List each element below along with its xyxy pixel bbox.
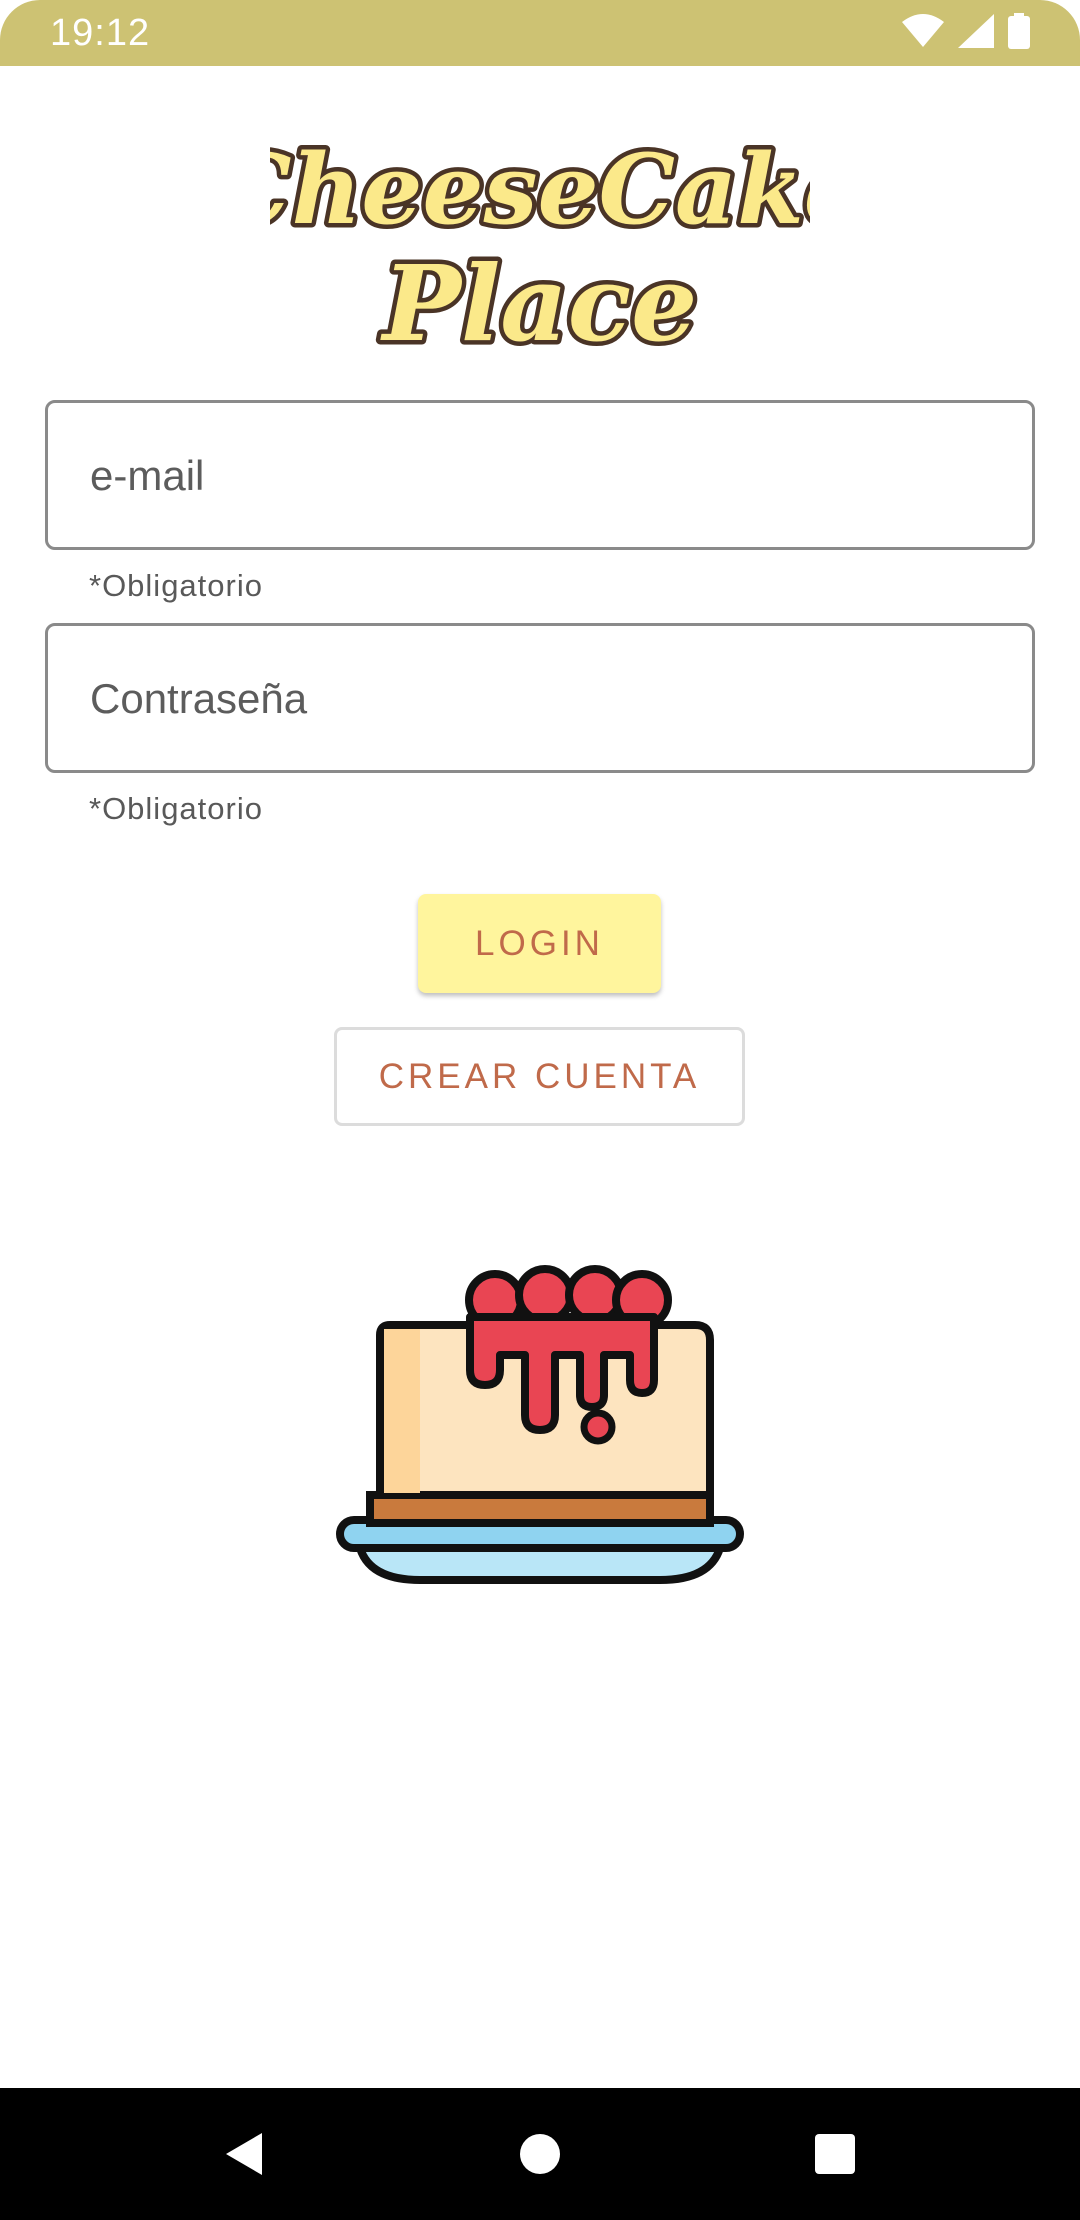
home-icon[interactable] <box>500 2114 580 2194</box>
logo-line-2: Place <box>380 242 698 365</box>
login-screen: 19:12 CheeseCake Place *Obligatorio <box>0 0 1080 2220</box>
login-button[interactable]: LOGIN <box>418 894 661 993</box>
status-time: 19:12 <box>50 12 151 54</box>
status-bar: 19:12 <box>0 0 1080 66</box>
wifi-icon <box>902 13 944 53</box>
navigation-bar <box>0 2088 1080 2220</box>
recents-icon[interactable] <box>795 2114 875 2194</box>
logo-line-1: CheeseCake <box>270 133 810 246</box>
email-field[interactable] <box>45 400 1035 550</box>
email-input[interactable] <box>88 403 992 549</box>
password-field[interactable] <box>45 623 1035 773</box>
battery-icon <box>1008 12 1030 54</box>
cheesecake-icon <box>330 1255 750 1585</box>
signal-icon <box>958 13 994 53</box>
email-helper-text: *Obligatorio <box>89 568 263 603</box>
password-input[interactable] <box>88 626 992 772</box>
create-account-button[interactable]: CREAR CUENTA <box>334 1027 745 1126</box>
back-icon[interactable] <box>205 2114 285 2194</box>
cheesecake-place-logo: CheeseCake Place <box>211 118 870 378</box>
status-icons <box>902 12 1030 54</box>
password-helper-text: *Obligatorio <box>89 791 263 826</box>
